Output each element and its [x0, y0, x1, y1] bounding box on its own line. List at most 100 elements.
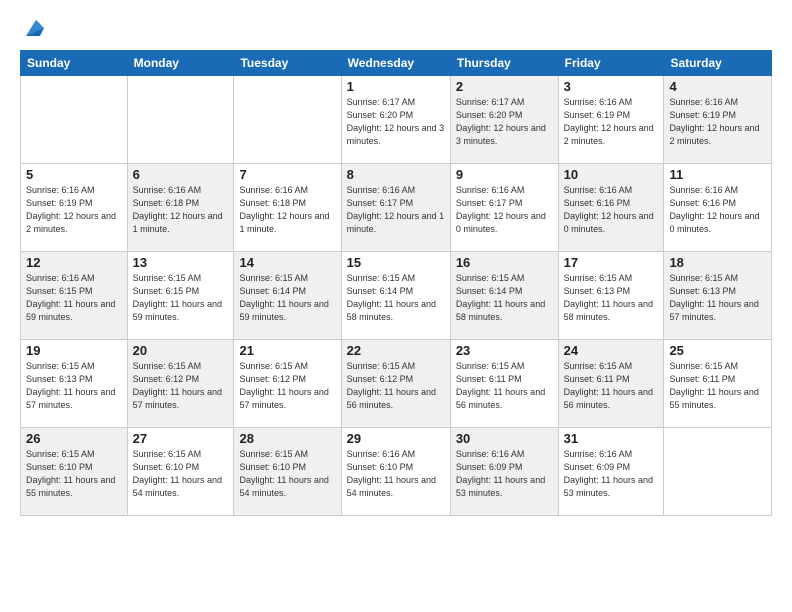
day-info: Sunrise: 6:15 AM Sunset: 6:13 PM Dayligh…	[564, 272, 659, 324]
calendar-cell: 14Sunrise: 6:15 AM Sunset: 6:14 PM Dayli…	[234, 252, 341, 340]
day-number: 2	[456, 79, 553, 94]
calendar-cell: 11 Sunrise: 6:16 AM Sunset: 6:16 PM Dayli…	[664, 164, 772, 252]
day-info: Sunrise: 6:16 AM Sunset: 6:17 PM Dayligh…	[347, 184, 445, 236]
weekday-header-sunday: Sunday	[21, 51, 128, 76]
day-info: Sunrise: 6:15 AM Sunset: 6:12 PM Dayligh…	[347, 360, 445, 412]
calendar-cell: 30 Sunrise: 6:16 AM Sunset: 6:09 PM Dayli…	[450, 428, 558, 516]
calendar-cell: 10 Sunrise: 6:16 AM Sunset: 6:16 PM Dayli…	[558, 164, 664, 252]
calendar-cell: 15 Sunrise: 6:15 AM Sunset: 6:14 PM Dayli…	[341, 252, 450, 340]
day-number: 27	[133, 431, 229, 446]
calendar-cell: 13 Sunrise: 6:15 AM Sunset: 6:15 PM Dayli…	[127, 252, 234, 340]
weekday-header-wednesday: Wednesday	[341, 51, 450, 76]
day-info: Sunrise: 6:15 AM Sunset: 6:11 PM Dayligh…	[669, 360, 766, 412]
day-info: Sunrise: 6:16 AM Sunset: 6:19 PM Dayligh…	[26, 184, 122, 236]
day-info: Sunrise: 6:15 AM Sunset: 6:12 PM Dayligh…	[239, 360, 335, 412]
day-number: 14	[239, 255, 335, 270]
day-number: 26	[26, 431, 122, 446]
day-info: Sunrise: 6:15 AM Sunset: 6:14 PM Dayligh…	[347, 272, 445, 324]
day-info: Sunrise: 6:17 AM Sunset: 6:20 PM Dayligh…	[347, 96, 445, 148]
day-info: Sunrise: 6:16 AM Sunset: 6:18 PM Dayligh…	[239, 184, 335, 236]
day-number: 18	[669, 255, 766, 270]
calendar-cell: 21 Sunrise: 6:15 AM Sunset: 6:12 PM Dayli…	[234, 340, 341, 428]
calendar-cell: 17 Sunrise: 6:15 AM Sunset: 6:13 PM Dayli…	[558, 252, 664, 340]
calendar-cell: 5 Sunrise: 6:16 AM Sunset: 6:19 PM Daylig…	[21, 164, 128, 252]
weekday-header-monday: Monday	[127, 51, 234, 76]
day-number: 30	[456, 431, 553, 446]
day-number: 31	[564, 431, 659, 446]
day-number: 17	[564, 255, 659, 270]
day-info: Sunrise: 6:16 AM Sunset: 6:09 PM Dayligh…	[456, 448, 553, 500]
day-info: Sunrise: 6:16 AM Sunset: 6:10 PM Dayligh…	[347, 448, 445, 500]
logo	[20, 16, 44, 40]
day-number: 24	[564, 343, 659, 358]
calendar-cell: 12Sunrise: 6:16 AM Sunset: 6:15 PM Dayli…	[21, 252, 128, 340]
weekday-header-friday: Friday	[558, 51, 664, 76]
calendar-cell	[664, 428, 772, 516]
calendar-cell: 9 Sunrise: 6:16 AM Sunset: 6:17 PM Daylig…	[450, 164, 558, 252]
calendar-table: SundayMondayTuesdayWednesdayThursdayFrid…	[20, 50, 772, 516]
day-info: Sunrise: 6:15 AM Sunset: 6:11 PM Dayligh…	[456, 360, 553, 412]
day-number: 5	[26, 167, 122, 182]
weekday-header-tuesday: Tuesday	[234, 51, 341, 76]
logo-icon	[22, 18, 44, 40]
day-info: Sunrise: 6:15 AM Sunset: 6:13 PM Dayligh…	[669, 272, 766, 324]
calendar-cell: 2 Sunrise: 6:17 AM Sunset: 6:20 PM Daylig…	[450, 76, 558, 164]
day-number: 22	[347, 343, 445, 358]
calendar-cell: 6Sunrise: 6:16 AM Sunset: 6:18 PM Daylig…	[127, 164, 234, 252]
calendar-cell: 1Sunrise: 6:17 AM Sunset: 6:20 PM Daylig…	[341, 76, 450, 164]
week-row-1: 1Sunrise: 6:17 AM Sunset: 6:20 PM Daylig…	[21, 76, 772, 164]
day-info: Sunrise: 6:15 AM Sunset: 6:10 PM Dayligh…	[133, 448, 229, 500]
page-header	[20, 16, 772, 40]
calendar-cell: 18 Sunrise: 6:15 AM Sunset: 6:13 PM Dayli…	[664, 252, 772, 340]
day-info: Sunrise: 6:16 AM Sunset: 6:19 PM Dayligh…	[669, 96, 766, 148]
calendar-cell: 8 Sunrise: 6:16 AM Sunset: 6:17 PM Daylig…	[341, 164, 450, 252]
day-number: 13	[133, 255, 229, 270]
day-number: 21	[239, 343, 335, 358]
calendar-cell	[21, 76, 128, 164]
day-info: Sunrise: 6:16 AM Sunset: 6:17 PM Dayligh…	[456, 184, 553, 236]
day-info: Sunrise: 6:16 AM Sunset: 6:16 PM Dayligh…	[669, 184, 766, 236]
day-number: 10	[564, 167, 659, 182]
day-info: Sunrise: 6:15 AM Sunset: 6:10 PM Dayligh…	[26, 448, 122, 500]
day-number: 16	[456, 255, 553, 270]
day-number: 9	[456, 167, 553, 182]
calendar-cell: 23Sunrise: 6:15 AM Sunset: 6:11 PM Dayli…	[450, 340, 558, 428]
calendar-cell: 26 Sunrise: 6:15 AM Sunset: 6:10 PM Dayli…	[21, 428, 128, 516]
day-number: 8	[347, 167, 445, 182]
day-info: Sunrise: 6:15 AM Sunset: 6:13 PM Dayligh…	[26, 360, 122, 412]
day-info: Sunrise: 6:16 AM Sunset: 6:09 PM Dayligh…	[564, 448, 659, 500]
day-info: Sunrise: 6:17 AM Sunset: 6:20 PM Dayligh…	[456, 96, 553, 148]
calendar-cell: 16 Sunrise: 6:15 AM Sunset: 6:14 PM Dayli…	[450, 252, 558, 340]
day-number: 11	[669, 167, 766, 182]
day-info: Sunrise: 6:15 AM Sunset: 6:12 PM Dayligh…	[133, 360, 229, 412]
weekday-header-row: SundayMondayTuesdayWednesdayThursdayFrid…	[21, 51, 772, 76]
calendar-cell: 28 Sunrise: 6:15 AM Sunset: 6:10 PM Dayli…	[234, 428, 341, 516]
calendar-cell: 3Sunrise: 6:16 AM Sunset: 6:19 PM Daylig…	[558, 76, 664, 164]
calendar-cell	[127, 76, 234, 164]
day-info: Sunrise: 6:15 AM Sunset: 6:14 PM Dayligh…	[456, 272, 553, 324]
week-row-3: 12Sunrise: 6:16 AM Sunset: 6:15 PM Dayli…	[21, 252, 772, 340]
week-row-5: 26 Sunrise: 6:15 AM Sunset: 6:10 PM Dayli…	[21, 428, 772, 516]
calendar-cell: 27 Sunrise: 6:15 AM Sunset: 6:10 PM Dayli…	[127, 428, 234, 516]
weekday-header-saturday: Saturday	[664, 51, 772, 76]
calendar-cell: 31 Sunrise: 6:16 AM Sunset: 6:09 PM Dayli…	[558, 428, 664, 516]
calendar-cell: 24 Sunrise: 6:15 AM Sunset: 6:11 PM Dayli…	[558, 340, 664, 428]
week-row-2: 5 Sunrise: 6:16 AM Sunset: 6:19 PM Daylig…	[21, 164, 772, 252]
day-info: Sunrise: 6:16 AM Sunset: 6:19 PM Dayligh…	[564, 96, 659, 148]
day-number: 6	[133, 167, 229, 182]
calendar-cell: 25 Sunrise: 6:15 AM Sunset: 6:11 PM Dayli…	[664, 340, 772, 428]
day-number: 15	[347, 255, 445, 270]
weekday-header-thursday: Thursday	[450, 51, 558, 76]
day-number: 25	[669, 343, 766, 358]
calendar-cell: 29Sunrise: 6:16 AM Sunset: 6:10 PM Dayli…	[341, 428, 450, 516]
day-number: 20	[133, 343, 229, 358]
calendar-cell: 19Sunrise: 6:15 AM Sunset: 6:13 PM Dayli…	[21, 340, 128, 428]
day-info: Sunrise: 6:16 AM Sunset: 6:16 PM Dayligh…	[564, 184, 659, 236]
calendar-cell	[234, 76, 341, 164]
day-info: Sunrise: 6:15 AM Sunset: 6:15 PM Dayligh…	[133, 272, 229, 324]
day-number: 12	[26, 255, 122, 270]
day-info: Sunrise: 6:15 AM Sunset: 6:11 PM Dayligh…	[564, 360, 659, 412]
day-number: 7	[239, 167, 335, 182]
day-number: 28	[239, 431, 335, 446]
day-info: Sunrise: 6:15 AM Sunset: 6:10 PM Dayligh…	[239, 448, 335, 500]
